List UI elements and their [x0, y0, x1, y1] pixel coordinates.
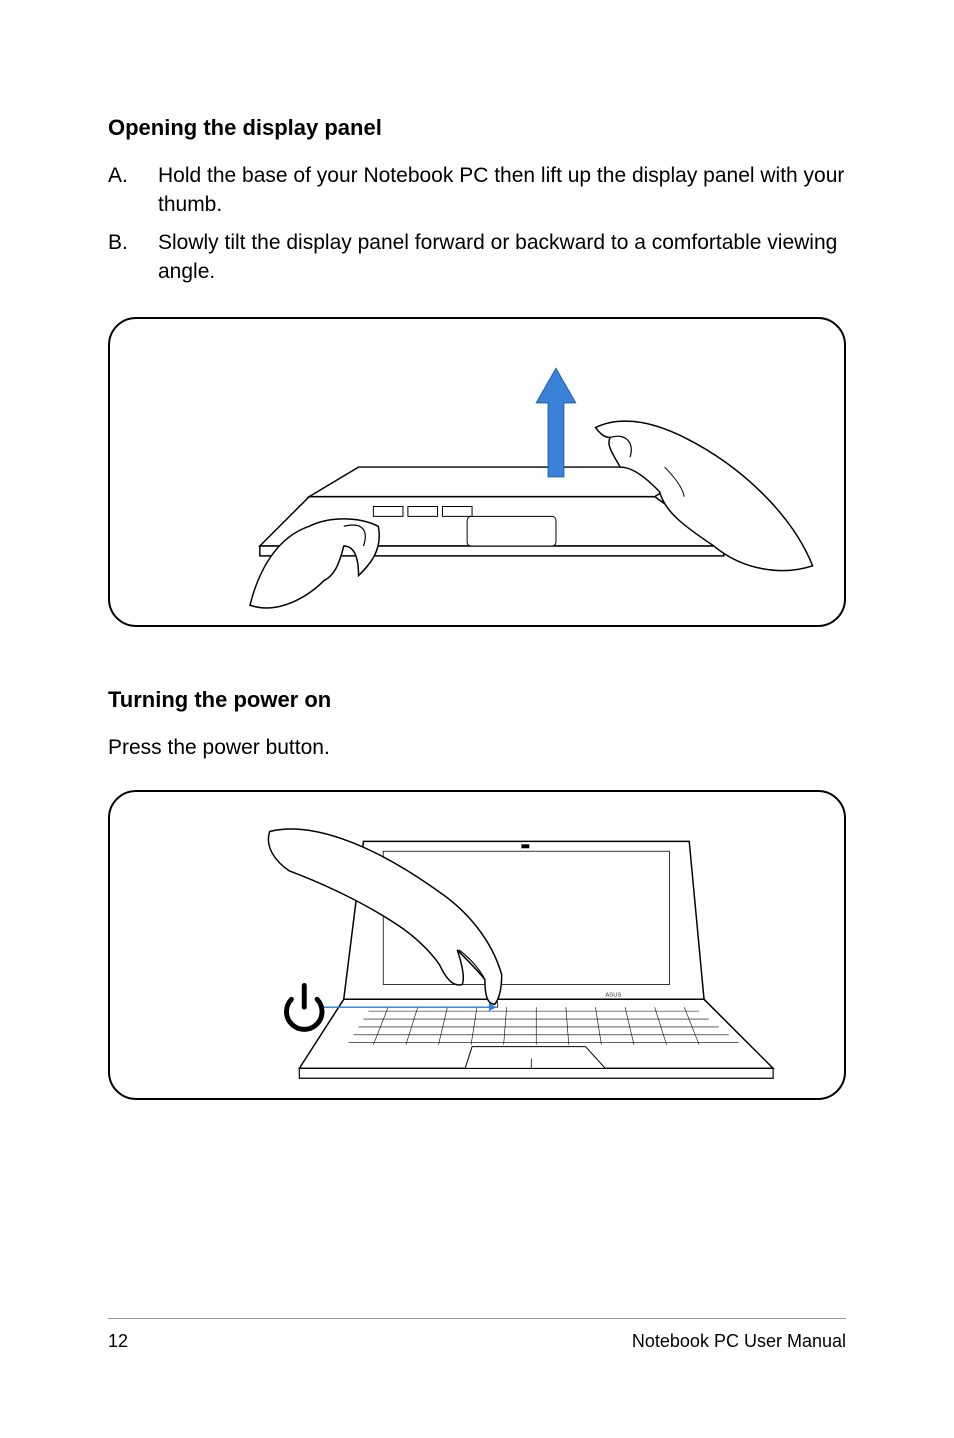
svg-text:ASUS: ASUS — [605, 992, 621, 998]
open-display-illustration — [108, 317, 846, 627]
opening-heading: Opening the display panel — [108, 115, 846, 141]
list-item: A. Hold the base of your Notebook PC the… — [108, 161, 846, 220]
opening-steps: A. Hold the base of your Notebook PC the… — [108, 161, 846, 287]
step-text: Slowly tilt the display panel forward or… — [158, 228, 846, 287]
page-footer: 12 Notebook PC User Manual — [108, 1318, 846, 1352]
page-content: Opening the display panel A. Hold the ba… — [0, 0, 954, 1100]
power-icon — [283, 985, 326, 1029]
poweron-heading: Turning the power on — [108, 687, 846, 713]
step-marker: B. — [108, 228, 158, 287]
power-on-illustration: ASUS — [108, 790, 846, 1100]
list-item: B. Slowly tilt the display panel forward… — [108, 228, 846, 287]
doc-title: Notebook PC User Manual — [632, 1331, 846, 1352]
poweron-text: Press the power button. — [108, 733, 846, 762]
page-number: 12 — [108, 1331, 128, 1352]
step-text: Hold the base of your Notebook PC then l… — [158, 161, 846, 220]
step-marker: A. — [108, 161, 158, 220]
